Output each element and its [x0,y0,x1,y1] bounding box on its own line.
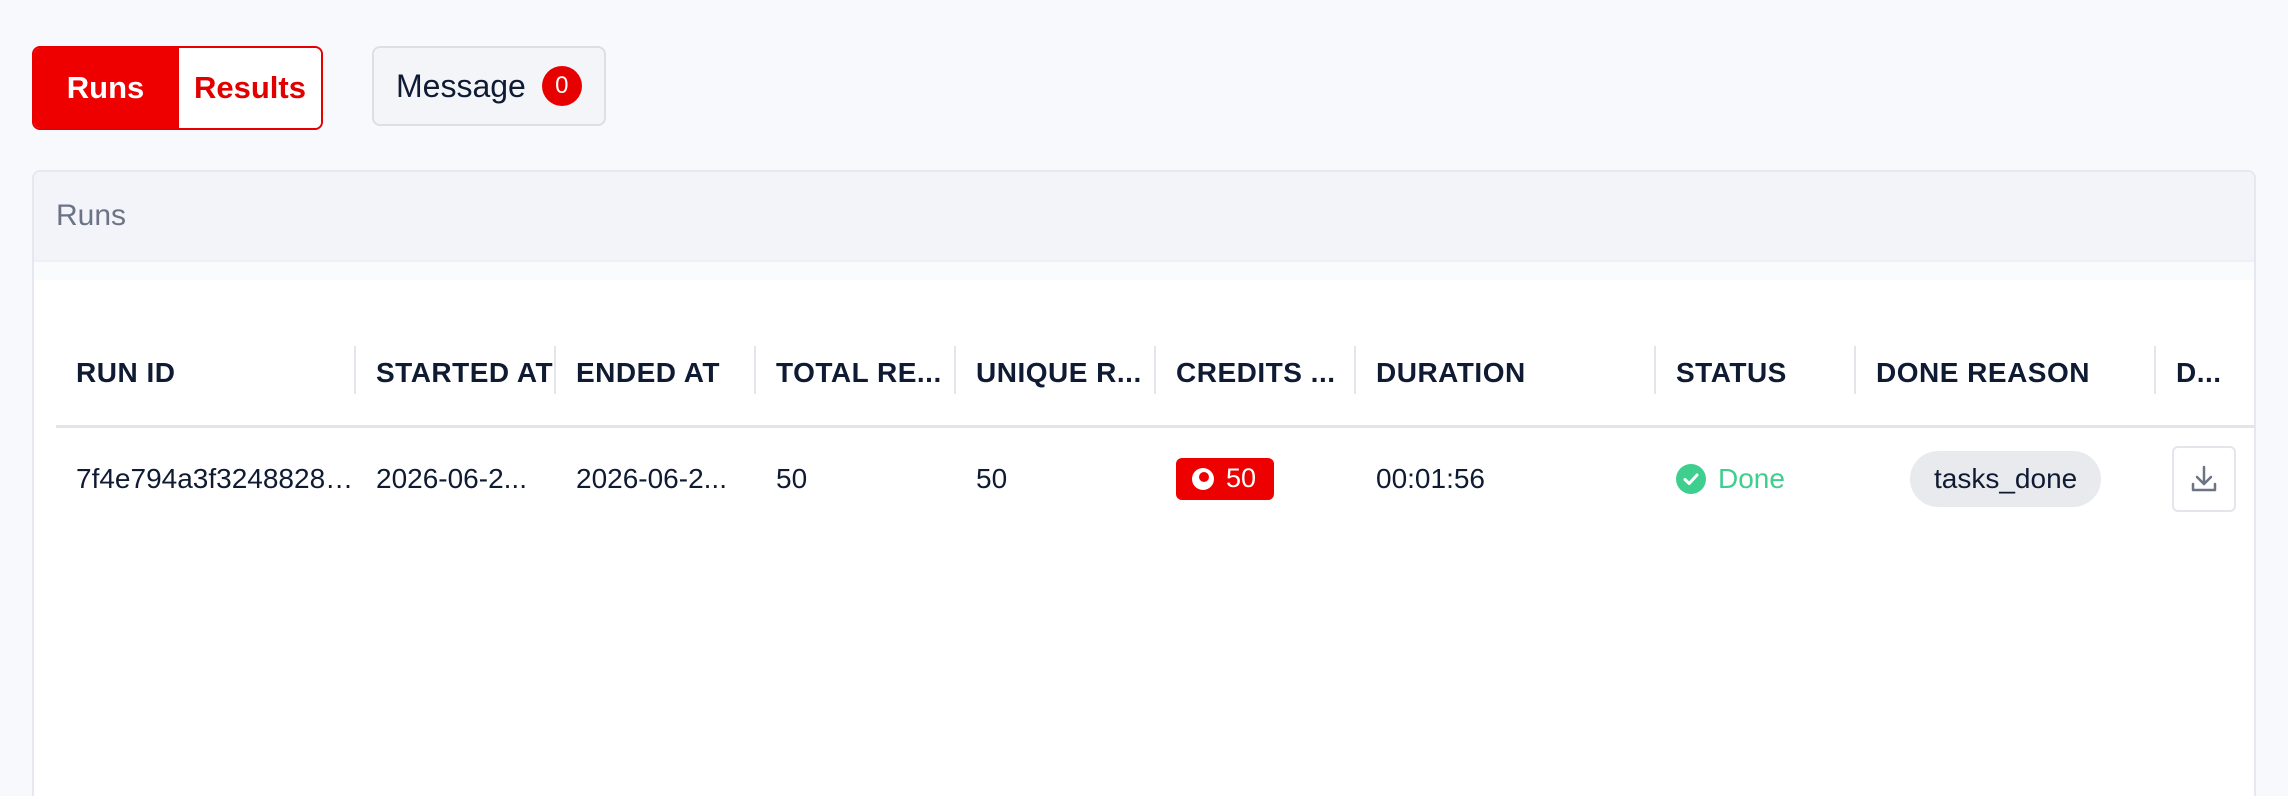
cell-started-at: 2026-06-2... [376,462,527,494]
cell-credits: 50 [1156,426,1356,530]
cell-total-results: 50 [776,462,808,494]
table-row[interactable]: 7f4e794a3f324882883 2026-06-2... 2026-06… [56,426,2254,530]
coin-icon [1192,467,1214,490]
column-header-credits[interactable]: CREDITS ... [1156,322,1356,428]
tab-results[interactable]: Results [177,48,321,128]
cell-status: Done [1656,426,1856,530]
message-label: Message [396,67,526,104]
cell-unique-results: 50 [976,462,1008,494]
message-count-badge: 0 [541,66,582,106]
status-badge: Done [1676,463,1785,495]
download-button[interactable] [2172,445,2236,512]
panel-title: Runs [34,172,2254,262]
column-header-ended-at[interactable]: ENDED AT [556,322,756,428]
done-reason-tag: tasks_done [1910,450,2102,507]
cell-download [2156,426,2254,530]
credits-badge: 50 [1176,457,1275,500]
panel-divider [34,262,2254,280]
column-header-status[interactable]: STATUS [1656,322,1856,428]
view-toggle: Runs Results [32,46,323,130]
download-icon [2191,465,2217,491]
column-header-started-at[interactable]: STARTED AT [356,322,556,428]
cell-run-id: 7f4e794a3f324882883 [76,462,356,494]
tab-runs[interactable]: Runs [34,48,177,128]
cell-ended-at: 2026-06-2... [576,462,727,494]
column-header-download[interactable]: D... [2156,322,2254,428]
cell-duration: 00:01:56 [1376,462,1485,494]
column-header-done-reason[interactable]: DONE REASON [1856,322,2156,428]
column-header-run-id[interactable]: RUN ID [56,322,356,428]
column-header-unique-results[interactable]: UNIQUE R... [956,322,1156,428]
runs-panel: Runs RUN ID STARTED AT ENDED AT TOTAL RE… [32,170,2256,796]
runs-table: RUN ID STARTED AT ENDED AT TOTAL RE... U… [56,322,2254,530]
column-header-duration[interactable]: DURATION [1356,322,1656,428]
message-button[interactable]: Message 0 [372,46,606,126]
check-circle-icon [1676,463,1706,494]
table-header-row: RUN ID STARTED AT ENDED AT TOTAL RE... U… [56,322,2254,428]
status-label: Done [1718,462,1785,494]
column-header-total-results[interactable]: TOTAL RE... [756,322,956,428]
cell-done-reason: tasks_done [1856,426,2156,530]
credits-value: 50 [1226,463,1257,494]
